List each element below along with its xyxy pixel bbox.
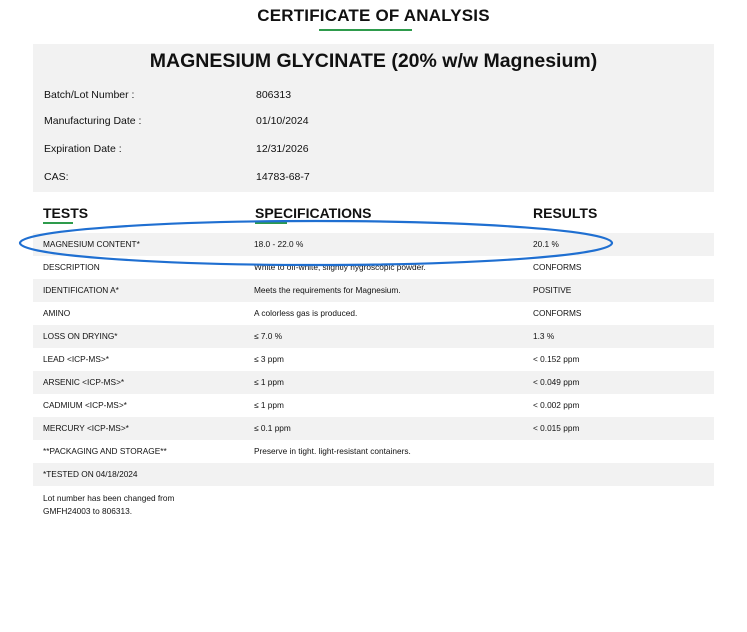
test-name: LEAD <ICP-MS>*: [43, 354, 109, 364]
batch-value: 806313: [256, 89, 292, 101]
test-specification: A colorless gas is produced.: [254, 308, 358, 318]
results-column-header: RESULTS: [533, 205, 598, 221]
test-specification: ≤ 0.1 ppm: [254, 423, 291, 433]
table-row: LOSS ON DRYING* ≤ 7.0 % 1.3 %: [33, 325, 714, 348]
test-result: CONFORMS: [533, 262, 582, 272]
tests-header-underline: [43, 222, 73, 224]
table-row: IDENTIFICATION A* Meets the requirements…: [33, 279, 714, 302]
test-name: ARSENIC <ICP-MS>*: [43, 377, 125, 387]
table-row: AMINO A colorless gas is produced. CONFO…: [33, 302, 714, 325]
test-specification: ≤ 3 ppm: [254, 354, 284, 364]
test-name: **PACKAGING AND STORAGE**: [43, 446, 167, 456]
test-specification: White to off-white, slightly hygroscopic…: [254, 262, 426, 272]
specifications-header-underline: [255, 222, 287, 224]
expiration-date-label: Expiration Date :: [44, 143, 122, 155]
test-result: CONFORMS: [533, 308, 582, 318]
title-underline: [319, 29, 412, 31]
test-result: < 0.049 ppm: [533, 377, 580, 387]
batch-label: Batch/Lot Number :: [44, 89, 135, 101]
test-specification: Preserve in tight. light-resistant conta…: [254, 446, 411, 456]
cas-label: CAS:: [44, 171, 69, 183]
test-name: MAGNESIUM CONTENT*: [43, 239, 140, 249]
test-specification: ≤ 1 ppm: [254, 377, 284, 387]
document-title: CERTIFICATE OF ANALYSIS: [257, 6, 490, 25]
test-name: *TESTED ON 04/18/2024: [43, 469, 138, 479]
test-name: DESCRIPTION: [43, 262, 100, 272]
test-result: 20.1 %: [533, 239, 559, 249]
table-row: LEAD <ICP-MS>* ≤ 3 ppm < 0.152 ppm: [33, 348, 714, 371]
test-specification: Meets the requirements for Magnesium.: [254, 285, 401, 295]
tests-column-header: TESTS: [43, 205, 89, 221]
specifications-column-header: SPECIFICATIONS: [255, 205, 372, 221]
lot-change-note: Lot number has been changed from GMFH240…: [43, 492, 223, 518]
manufacturing-date-label: Manufacturing Date :: [44, 115, 142, 127]
test-result: < 0.152 ppm: [533, 354, 580, 364]
cas-value: 14783-68-7: [256, 171, 310, 183]
expiration-date-value: 12/31/2026: [256, 143, 309, 155]
test-name: CADMIUM <ICP-MS>*: [43, 400, 127, 410]
test-result: POSITIVE: [533, 285, 572, 295]
product-name: MAGNESIUM GLYCINATE (20% w/w Magnesium): [149, 50, 598, 72]
table-row: DESCRIPTION White to off-white, slightly…: [33, 256, 714, 279]
test-specification: 18.0 - 22.0 %: [254, 239, 304, 249]
table-row: *TESTED ON 04/18/2024: [33, 463, 714, 486]
table-row: CADMIUM <ICP-MS>* ≤ 1 ppm < 0.002 ppm: [33, 394, 714, 417]
table-row: MAGNESIUM CONTENT* 18.0 - 22.0 % 20.1 %: [33, 233, 714, 256]
test-specification: ≤ 1 ppm: [254, 400, 284, 410]
test-name: AMINO: [43, 308, 71, 318]
test-result: 1.3 %: [533, 331, 555, 341]
table-row: MERCURY <ICP-MS>* ≤ 0.1 ppm < 0.015 ppm: [33, 417, 714, 440]
test-name: IDENTIFICATION A*: [43, 285, 119, 295]
note-line: GMFH24003 to 806313.: [43, 506, 133, 516]
test-result: < 0.002 ppm: [533, 400, 580, 410]
note-line: Lot number has been changed from: [43, 493, 175, 503]
table-row: ARSENIC <ICP-MS>* ≤ 1 ppm < 0.049 ppm: [33, 371, 714, 394]
manufacturing-date-value: 01/10/2024: [256, 115, 309, 127]
test-result: < 0.015 ppm: [533, 423, 580, 433]
test-specification: ≤ 7.0 %: [254, 331, 283, 341]
test-name: MERCURY <ICP-MS>*: [43, 423, 129, 433]
test-name: LOSS ON DRYING*: [43, 331, 118, 341]
table-row: **PACKAGING AND STORAGE** Preserve in ti…: [33, 440, 714, 463]
